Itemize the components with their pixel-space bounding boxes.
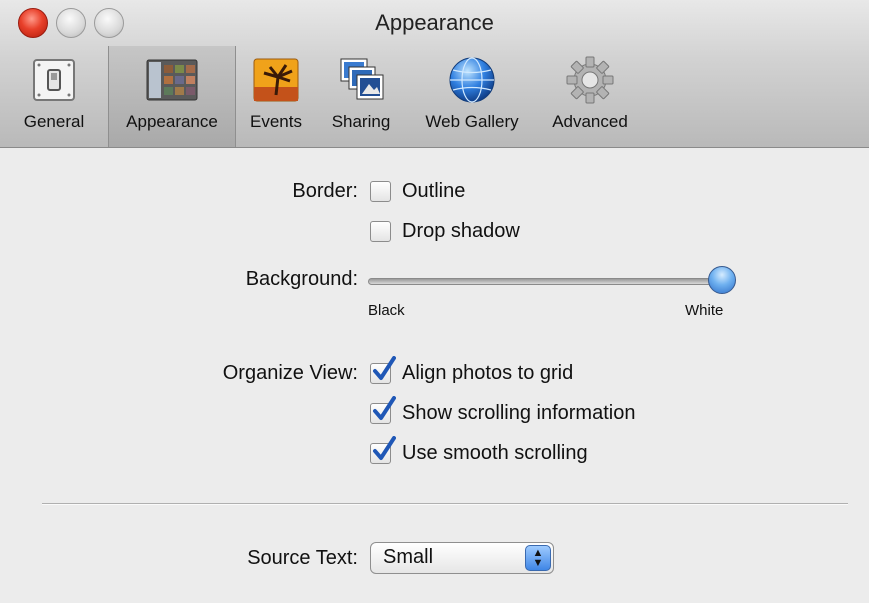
organize-view-label: Organize View:	[222, 362, 358, 384]
smooth-scrolling-label: Use smooth scrolling	[402, 442, 588, 464]
tab-label: Events	[250, 112, 302, 131]
background-slider-track[interactable]	[368, 278, 732, 285]
scrolling-info-checkbox[interactable]	[370, 396, 396, 424]
checkmark-icon	[373, 436, 396, 460]
background-slider-knob[interactable]	[708, 266, 736, 294]
preferences-toolbar: General Appearance Events Sharing Web Ga…	[0, 46, 642, 147]
outline-label: Outline	[402, 180, 466, 202]
tab-label: Sharing	[331, 112, 391, 131]
up-down-arrows-icon: ▲ ▼	[525, 545, 551, 571]
tab-label: Appearance	[126, 112, 218, 131]
globe-icon	[446, 54, 498, 106]
window-thumbnails-icon	[146, 54, 198, 106]
scrolling-info-label: Show scrolling information	[402, 402, 636, 424]
source-text-value: Small	[383, 546, 434, 568]
source-text-popup[interactable]: Small ▲ ▼	[370, 542, 554, 574]
preferences-window: Appearance General Appearance Events Sha…	[0, 0, 869, 603]
tab-sharing[interactable]: Sharing	[316, 46, 406, 147]
gear-icon	[564, 54, 616, 106]
tab-web-gallery[interactable]: Web Gallery	[406, 46, 538, 147]
light-switch-icon	[28, 54, 80, 106]
source-text-label: Source Text:	[247, 547, 358, 569]
background-label: Background:	[245, 268, 358, 290]
tab-label: Advanced	[552, 112, 628, 131]
align-grid-checkbox[interactable]	[370, 356, 396, 384]
tab-appearance[interactable]: Appearance	[108, 46, 236, 147]
drop-shadow-label: Drop shadow	[402, 220, 520, 242]
tab-label: Web Gallery	[425, 112, 519, 131]
slider-min-label: Black	[368, 302, 405, 319]
window-title: Appearance	[375, 10, 494, 35]
checkmark-icon	[373, 396, 396, 420]
checkmark-icon	[373, 356, 396, 380]
smooth-scrolling-checkbox[interactable]	[370, 436, 396, 464]
tab-advanced[interactable]: Advanced	[538, 46, 642, 147]
palm-tree-sunset-icon	[250, 54, 302, 106]
outline-checkbox[interactable]	[370, 181, 391, 202]
tab-label: General	[23, 112, 85, 131]
slider-max-label: White	[685, 302, 724, 319]
title-bar: Appearance General Appearance Events Sha…	[0, 0, 869, 148]
section-divider	[42, 503, 848, 505]
tab-events[interactable]: Events	[236, 46, 316, 147]
stacked-photos-icon	[335, 54, 387, 106]
align-grid-label: Align photos to grid	[402, 362, 574, 384]
drop-shadow-checkbox[interactable]	[370, 221, 391, 242]
border-label: Border:	[292, 180, 358, 202]
tab-general[interactable]: General	[0, 46, 108, 147]
